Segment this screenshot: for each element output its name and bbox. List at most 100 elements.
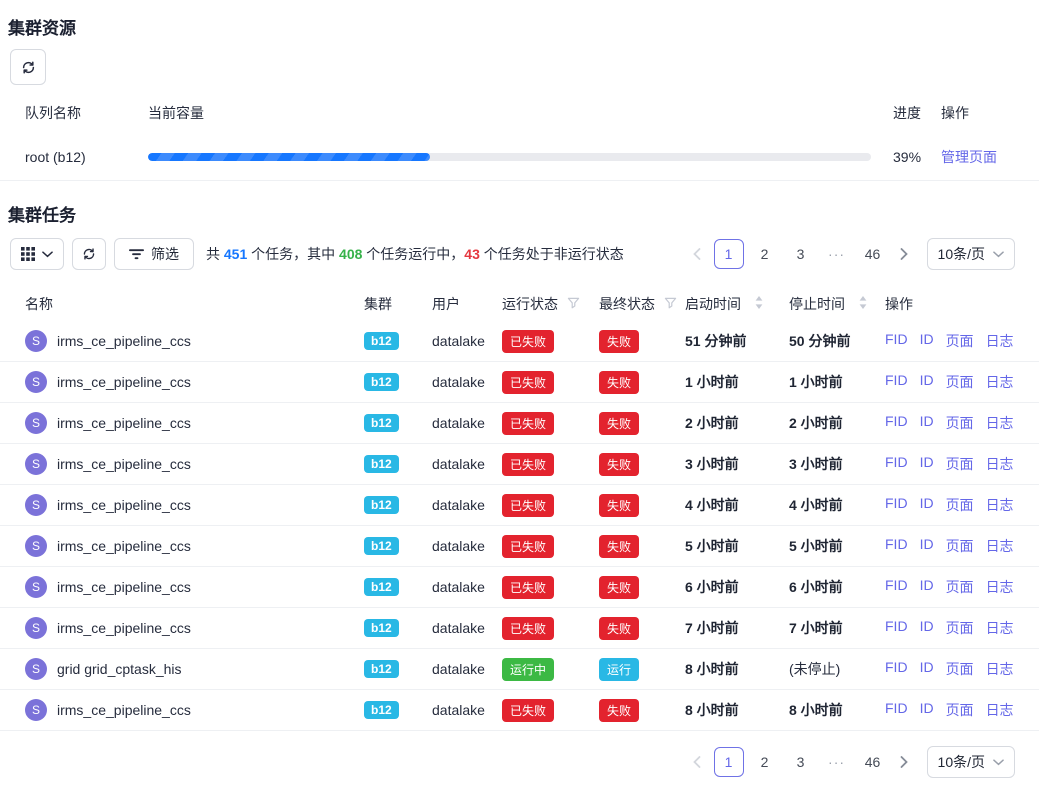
col-run-status: 运行状态 xyxy=(502,294,599,314)
task-name: grid grid_cptask_his xyxy=(57,661,182,677)
pager-page-1[interactable]: 1 xyxy=(714,747,744,777)
action-id[interactable]: ID xyxy=(920,372,934,392)
filter-button[interactable]: 筛选 xyxy=(114,238,194,270)
pager-next[interactable] xyxy=(891,239,919,269)
page-size-select[interactable]: 10条/页 xyxy=(927,238,1015,270)
action-page[interactable]: 页面 xyxy=(946,618,974,638)
start-time: 51 分钟前 xyxy=(685,331,789,351)
action-page[interactable]: 页面 xyxy=(946,577,974,597)
action-log[interactable]: 日志 xyxy=(986,659,1014,679)
action-log[interactable]: 日志 xyxy=(986,495,1014,515)
pager-page-3[interactable]: 3 xyxy=(786,747,816,777)
action-page[interactable]: 页面 xyxy=(946,331,974,351)
final-status-badge: 失败 xyxy=(599,330,639,353)
action-page[interactable]: 页面 xyxy=(946,372,974,392)
action-page[interactable]: 页面 xyxy=(946,413,974,433)
action-fid[interactable]: FID xyxy=(885,454,908,474)
action-fid[interactable]: FID xyxy=(885,659,908,679)
task-summary: 共 451 个任务，其中 408 个任务运行中，43 个任务处于非运行状态 xyxy=(206,244,624,264)
col-stop-time[interactable]: 停止时间 xyxy=(789,294,885,314)
task-name: irms_ce_pipeline_ccs xyxy=(57,374,191,390)
col-name: 名称 xyxy=(25,294,364,314)
action-id[interactable]: ID xyxy=(920,700,934,720)
action-page[interactable]: 页面 xyxy=(946,495,974,515)
action-fid[interactable]: FID xyxy=(885,331,908,351)
action-fid[interactable]: FID xyxy=(885,536,908,556)
col-progress: 进度 xyxy=(871,103,941,123)
action-page[interactable]: 页面 xyxy=(946,700,974,720)
sort-carets-icon[interactable] xyxy=(755,296,763,312)
task-name: irms_ce_pipeline_ccs xyxy=(57,456,191,472)
action-id[interactable]: ID xyxy=(920,536,934,556)
resources-refresh-button[interactable] xyxy=(10,49,46,85)
cluster-badge: b12 xyxy=(364,578,399,596)
cluster-badge: b12 xyxy=(364,537,399,555)
col-user: 用户 xyxy=(432,294,502,314)
run-status-badge: 已失败 xyxy=(502,576,554,599)
user-name: datalake xyxy=(432,661,502,677)
action-id[interactable]: ID xyxy=(920,331,934,351)
row-actions: FID ID 页面日志 xyxy=(885,495,1015,515)
pager-page-3[interactable]: 3 xyxy=(786,239,816,269)
action-log[interactable]: 日志 xyxy=(986,536,1014,556)
action-page[interactable]: 页面 xyxy=(946,659,974,679)
pager-page-2[interactable]: 2 xyxy=(750,747,780,777)
cluster-dashboard: 集群资源 队列名称 当前容量 进度 操作 root (b12) 39% xyxy=(0,14,1039,790)
manage-page-link[interactable]: 管理页面 xyxy=(941,149,997,165)
action-id[interactable]: ID xyxy=(920,618,934,638)
page-size-select[interactable]: 10条/页 xyxy=(927,746,1015,778)
pager-prev[interactable] xyxy=(683,239,711,269)
start-time: 6 小时前 xyxy=(685,577,789,597)
action-page[interactable]: 页面 xyxy=(946,454,974,474)
start-time: 7 小时前 xyxy=(685,618,789,638)
filter-funnel-icon[interactable] xyxy=(567,296,580,312)
action-page[interactable]: 页面 xyxy=(946,536,974,556)
sort-carets-icon[interactable] xyxy=(859,296,867,312)
tasks-table-header: 名称 集群 用户 运行状态 最终状态 启动时间 停止时间 xyxy=(0,287,1039,321)
user-name: datalake xyxy=(432,620,502,636)
filter-funnel-icon[interactable] xyxy=(664,296,677,312)
page-size-value: 10条/页 xyxy=(938,244,985,264)
col-queue-name: 队列名称 xyxy=(25,103,148,123)
action-log[interactable]: 日志 xyxy=(986,454,1014,474)
action-id[interactable]: ID xyxy=(920,413,934,433)
run-status-badge: 已失败 xyxy=(502,453,554,476)
column-display-button[interactable] xyxy=(10,238,64,270)
pager-prev[interactable] xyxy=(683,747,711,777)
pager-page-46[interactable]: 46 xyxy=(858,239,888,269)
action-fid[interactable]: FID xyxy=(885,372,908,392)
action-log[interactable]: 日志 xyxy=(986,700,1014,720)
user-name: datalake xyxy=(432,497,502,513)
col-start-time[interactable]: 启动时间 xyxy=(685,294,789,314)
action-fid[interactable]: FID xyxy=(885,495,908,515)
run-status-badge: 运行中 xyxy=(502,658,554,681)
pager-page-1[interactable]: 1 xyxy=(714,239,744,269)
action-log[interactable]: 日志 xyxy=(986,618,1014,638)
pager-page-2[interactable]: 2 xyxy=(750,239,780,269)
action-id[interactable]: ID xyxy=(920,577,934,597)
action-fid[interactable]: FID xyxy=(885,618,908,638)
action-log[interactable]: 日志 xyxy=(986,577,1014,597)
tasks-refresh-button[interactable] xyxy=(72,238,106,270)
action-fid[interactable]: FID xyxy=(885,700,908,720)
start-time: 3 小时前 xyxy=(685,454,789,474)
pager-ellipsis: ··· xyxy=(822,747,852,777)
row-actions: FID ID 页面日志 xyxy=(885,577,1015,597)
action-id[interactable]: ID xyxy=(920,454,934,474)
stop-time: 2 小时前 xyxy=(789,413,885,433)
final-status-badge: 失败 xyxy=(599,535,639,558)
pager-next[interactable] xyxy=(891,747,919,777)
action-fid[interactable]: FID xyxy=(885,577,908,597)
row-actions: FID ID 页面日志 xyxy=(885,536,1015,556)
pager-page-46[interactable]: 46 xyxy=(858,747,888,777)
action-id[interactable]: ID xyxy=(920,659,934,679)
task-name: irms_ce_pipeline_ccs xyxy=(57,702,191,718)
action-fid[interactable]: FID xyxy=(885,413,908,433)
action-log[interactable]: 日志 xyxy=(986,413,1014,433)
row-actions: FID ID 页面日志 xyxy=(885,659,1015,679)
task-name: irms_ce_pipeline_ccs xyxy=(57,579,191,595)
action-log[interactable]: 日志 xyxy=(986,372,1014,392)
col-actions: 操作 xyxy=(941,103,1015,123)
action-log[interactable]: 日志 xyxy=(986,331,1014,351)
action-id[interactable]: ID xyxy=(920,495,934,515)
